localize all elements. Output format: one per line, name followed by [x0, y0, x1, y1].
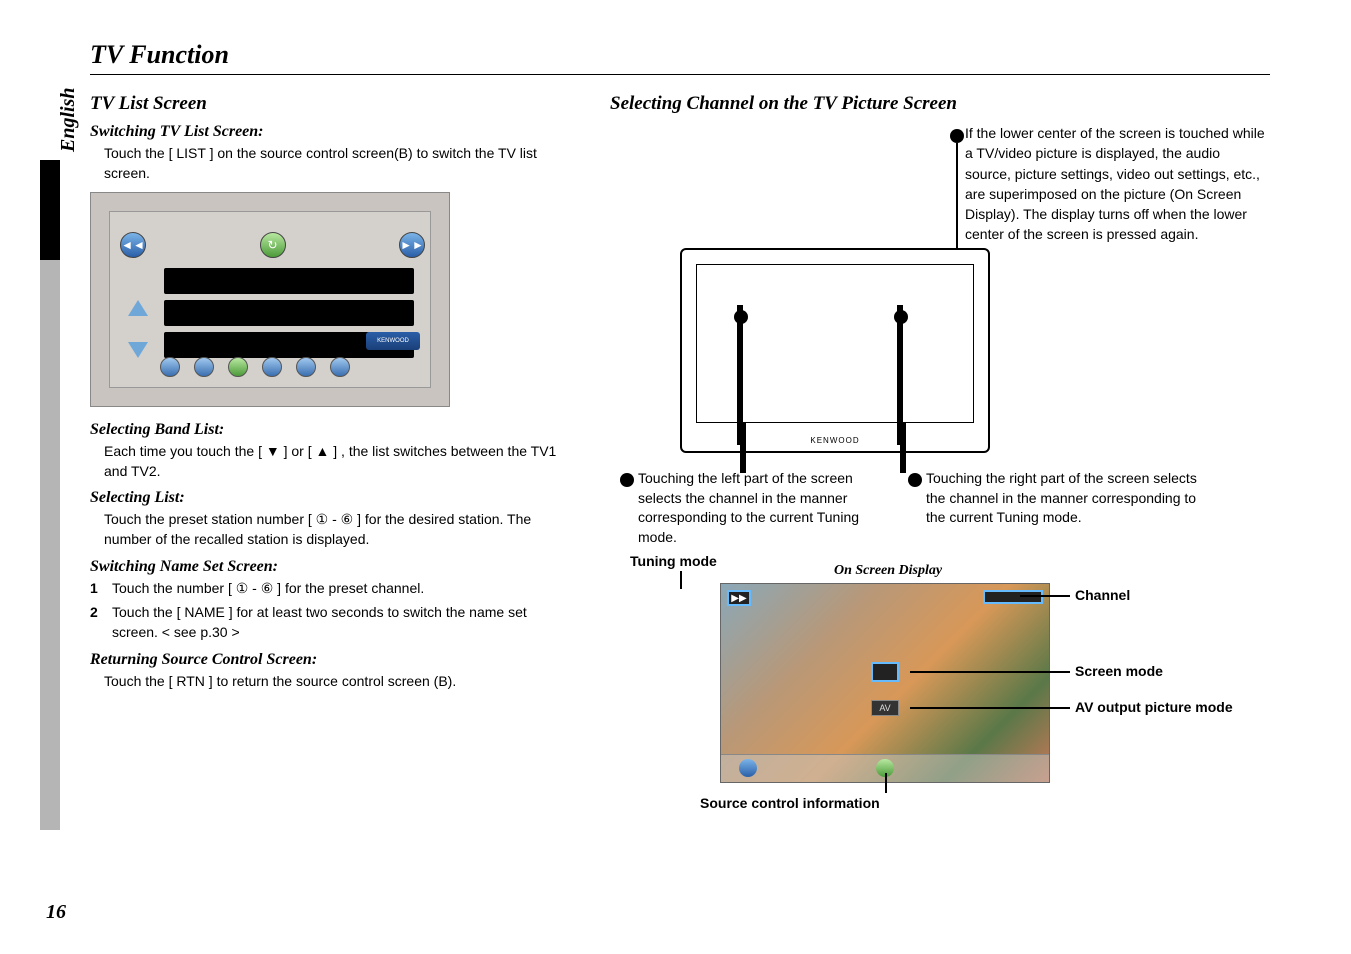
- step-2-num: 2: [90, 602, 104, 643]
- av-mode-label: AV output picture mode: [1075, 699, 1235, 715]
- right-leader-down: [900, 423, 906, 473]
- heading-name: Switching Name Set Screen:: [90, 558, 570, 576]
- body-return: Touch the [ RTN ] to return the source c…: [90, 671, 570, 691]
- left-leader-down: [740, 423, 746, 473]
- heading-band: Selecting Band List:: [90, 421, 570, 439]
- heading-switching: Switching TV List Screen:: [90, 123, 570, 141]
- list-row-1[interactable]: [164, 268, 414, 294]
- section-selecting-channel: Selecting Channel on the TV Picture Scre…: [610, 93, 1270, 115]
- left-touch-blob: [734, 310, 748, 324]
- tv-brand-label: KENWOOD: [810, 436, 859, 445]
- page-title: TV Function: [90, 40, 1270, 70]
- source-dot-left[interactable]: [739, 759, 757, 777]
- heading-return: Returning Source Control Screen:: [90, 651, 570, 669]
- page-content: TV Function TV List Screen Switching TV …: [90, 40, 1270, 910]
- title-rule: [90, 74, 1270, 75]
- refresh-icon[interactable]: ↻: [260, 232, 286, 258]
- intro-bullet: [950, 129, 964, 143]
- sidebar-marker-inactive: [40, 260, 60, 830]
- preset-4[interactable]: [262, 357, 282, 377]
- screenmode-leader: [910, 671, 1070, 673]
- next-icon[interactable]: ►►: [399, 232, 425, 258]
- up-arrow-icon[interactable]: [128, 300, 148, 316]
- source-info-label: Source control information: [700, 795, 880, 811]
- step-1-text: Touch the number [ ① - ⑥ ] for the prese…: [112, 578, 570, 598]
- tv-list-illustration: ◄◄ ↻ ►► KENWOOD: [90, 192, 450, 407]
- step-1-num: 1: [90, 578, 104, 598]
- av-mode-icon[interactable]: AV: [871, 700, 899, 716]
- right-touch-blob: [894, 310, 908, 324]
- osd-illustration: ▶▶ AV: [720, 583, 1050, 783]
- right-touch-desc: Touching the right part of the screen se…: [926, 469, 1206, 528]
- intro-leader: [956, 143, 958, 263]
- tuning-mode-icon[interactable]: ▶▶: [727, 590, 751, 606]
- kenwood-badge: KENWOOD: [366, 332, 420, 350]
- panel-bg: ◄◄ ↻ ►► KENWOOD: [109, 211, 431, 388]
- step-2-text: Touch the [ NAME ] for at least two seco…: [112, 602, 570, 643]
- tv-diagram: KENWOOD: [680, 248, 990, 453]
- left-desc-bullet: [620, 473, 634, 487]
- section-tv-list: TV List Screen: [90, 93, 570, 115]
- source-leader: [885, 773, 887, 793]
- osd-label: On Screen Display: [834, 563, 942, 579]
- prev-icon[interactable]: ◄◄: [120, 232, 146, 258]
- body-band: Each time you touch the [ ▼ ] or [ ▲ ] ,…: [90, 441, 570, 482]
- body-list: Touch the preset station number [ ① - ⑥ …: [90, 509, 570, 550]
- body-switching: Touch the [ LIST ] on the source control…: [90, 143, 570, 184]
- left-touch-desc: Touching the left part of the screen sel…: [638, 469, 898, 547]
- preset-dots: [160, 357, 350, 377]
- right-column: Selecting Channel on the TV Picture Scre…: [610, 93, 1270, 697]
- channel-indicator[interactable]: [983, 590, 1043, 604]
- channel-label: Channel: [1075, 587, 1130, 603]
- preset-6[interactable]: [330, 357, 350, 377]
- screen-mode-label: Screen mode: [1075, 663, 1163, 679]
- tv-screen-area[interactable]: [696, 264, 974, 423]
- tuning-mode-label: Tuning mode: [630, 553, 717, 569]
- language-tab: English: [55, 80, 82, 160]
- down-arrow-icon[interactable]: [128, 342, 148, 358]
- list-row-2[interactable]: [164, 300, 414, 326]
- tuning-leader: [680, 571, 682, 589]
- av-leader: [910, 707, 1070, 709]
- channel-leader: [1020, 595, 1070, 597]
- sidebar-marker-active: [40, 160, 60, 260]
- preset-3[interactable]: [228, 357, 248, 377]
- left-column: TV List Screen Switching TV List Screen:…: [90, 93, 570, 697]
- screen-mode-icon[interactable]: [871, 662, 899, 682]
- right-desc-bullet: [908, 473, 922, 487]
- preset-2[interactable]: [194, 357, 214, 377]
- preset-1[interactable]: [160, 357, 180, 377]
- preset-5[interactable]: [296, 357, 316, 377]
- page-number: 16: [46, 901, 66, 924]
- step-1: 1 Touch the number [ ① - ⑥ ] for the pre…: [90, 578, 570, 598]
- step-2: 2 Touch the [ NAME ] for at least two se…: [90, 602, 570, 643]
- intro-text: If the lower center of the screen is tou…: [965, 123, 1265, 245]
- heading-list: Selecting List:: [90, 489, 570, 507]
